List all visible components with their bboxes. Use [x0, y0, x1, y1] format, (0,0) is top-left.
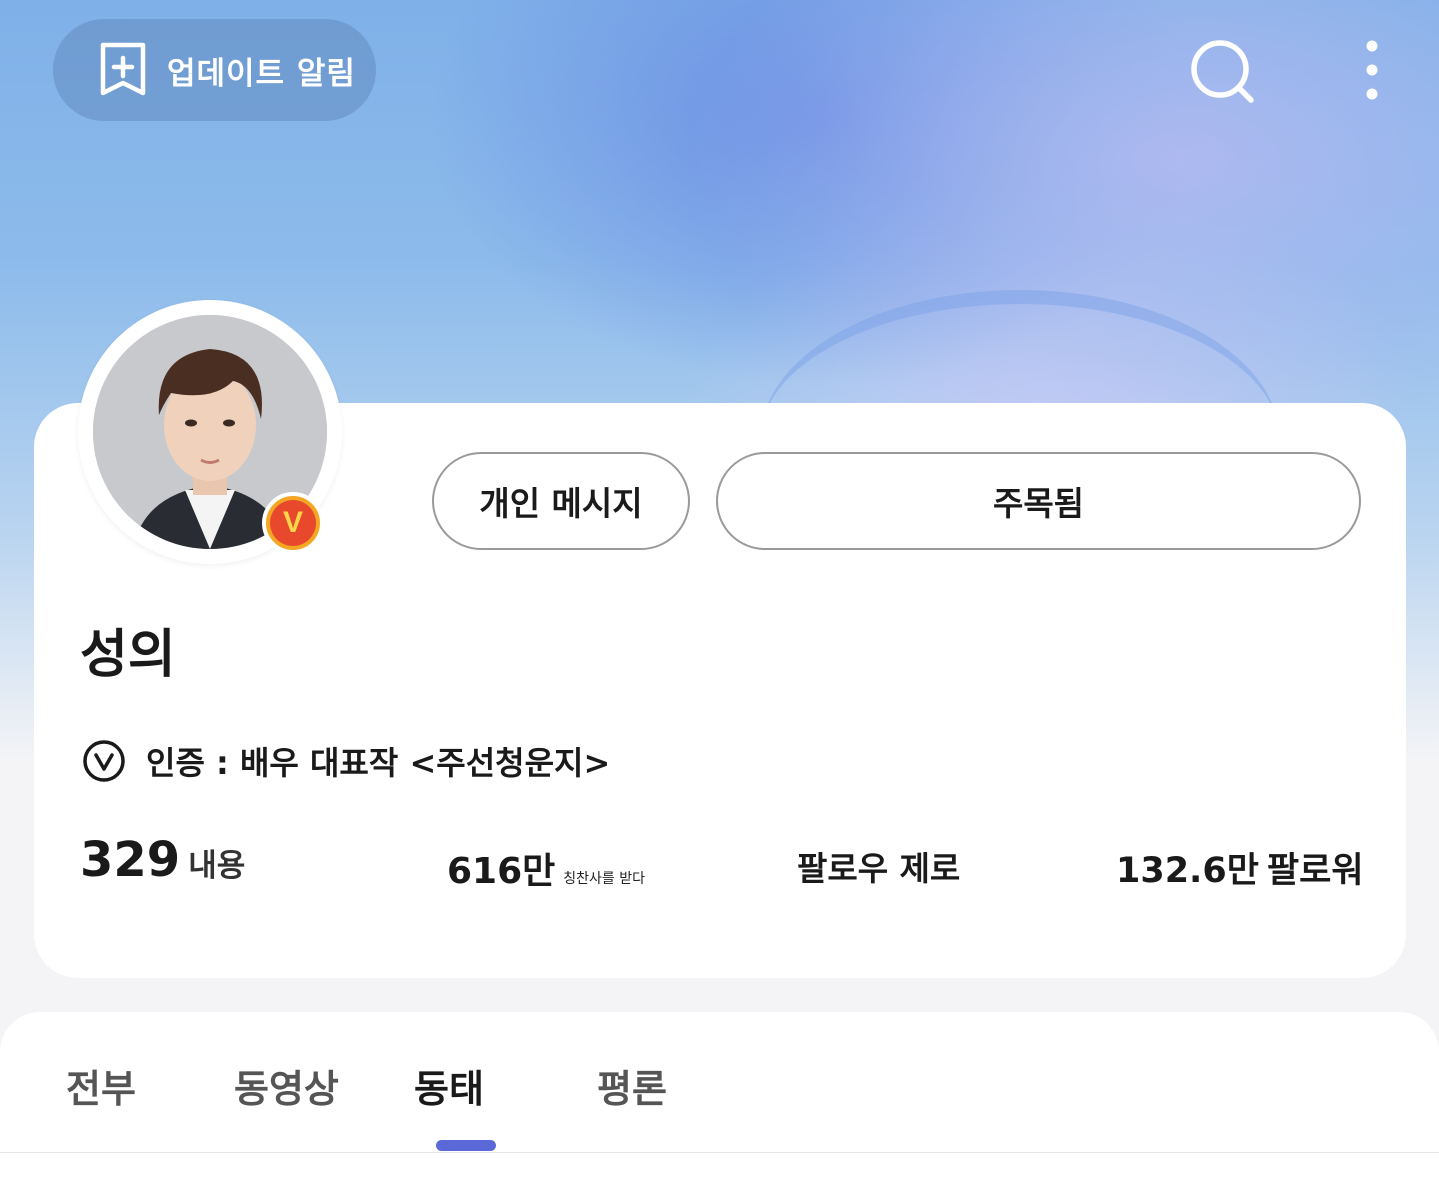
- stat-likes[interactable]: 616만 칭찬사를 받다: [447, 842, 645, 894]
- tab-all[interactable]: 전부: [66, 1058, 136, 1113]
- stat-followers[interactable]: 132.6만 팔로워: [1116, 842, 1364, 893]
- tab-review[interactable]: 평론: [597, 1058, 667, 1113]
- posts-label: 내용: [188, 848, 246, 884]
- profile-stats: 329 내용 616만 칭찬사를 받다 팔로우 제로 132.6만 팔로워: [0, 832, 1439, 896]
- tab-video[interactable]: 동영상: [234, 1058, 339, 1113]
- likes-count: 616만: [447, 851, 556, 892]
- verification-text: 인증 : 배우 대표작 <주선청운지>: [146, 744, 611, 782]
- posts-count: 329: [80, 832, 181, 888]
- verification-info: 인증 : 배우 대표작 <주선청운지>: [82, 738, 610, 784]
- tabs-divider: [0, 1152, 1439, 1153]
- bookmark-add-icon: [100, 42, 146, 96]
- stat-posts[interactable]: 329 내용: [80, 832, 245, 888]
- following-label: 팔로우 제로: [797, 849, 961, 888]
- active-tab-indicator: [436, 1140, 496, 1151]
- tab-feed[interactable]: 동태: [414, 1058, 484, 1113]
- update-alert-button[interactable]: 업데이트 알림: [53, 19, 376, 121]
- followers-label: 팔로워: [1266, 851, 1364, 891]
- search-icon[interactable]: [1188, 38, 1258, 106]
- verified-check-icon: [83, 740, 125, 782]
- update-alert-label: 업데이트 알림: [167, 55, 356, 92]
- followers-count: 132.6만: [1116, 851, 1259, 891]
- profile-name: 성의: [80, 625, 176, 685]
- stat-following[interactable]: 팔로우 제로: [797, 842, 960, 890]
- likes-label: 칭찬사를 받다: [563, 871, 646, 887]
- message-button[interactable]: 개인 메시지: [432, 452, 690, 550]
- more-vertical-icon[interactable]: [1352, 36, 1392, 106]
- content-tabs-panel: [0, 1012, 1439, 1189]
- follow-button[interactable]: 주목됨: [716, 452, 1361, 550]
- verified-badge: V: [262, 492, 324, 554]
